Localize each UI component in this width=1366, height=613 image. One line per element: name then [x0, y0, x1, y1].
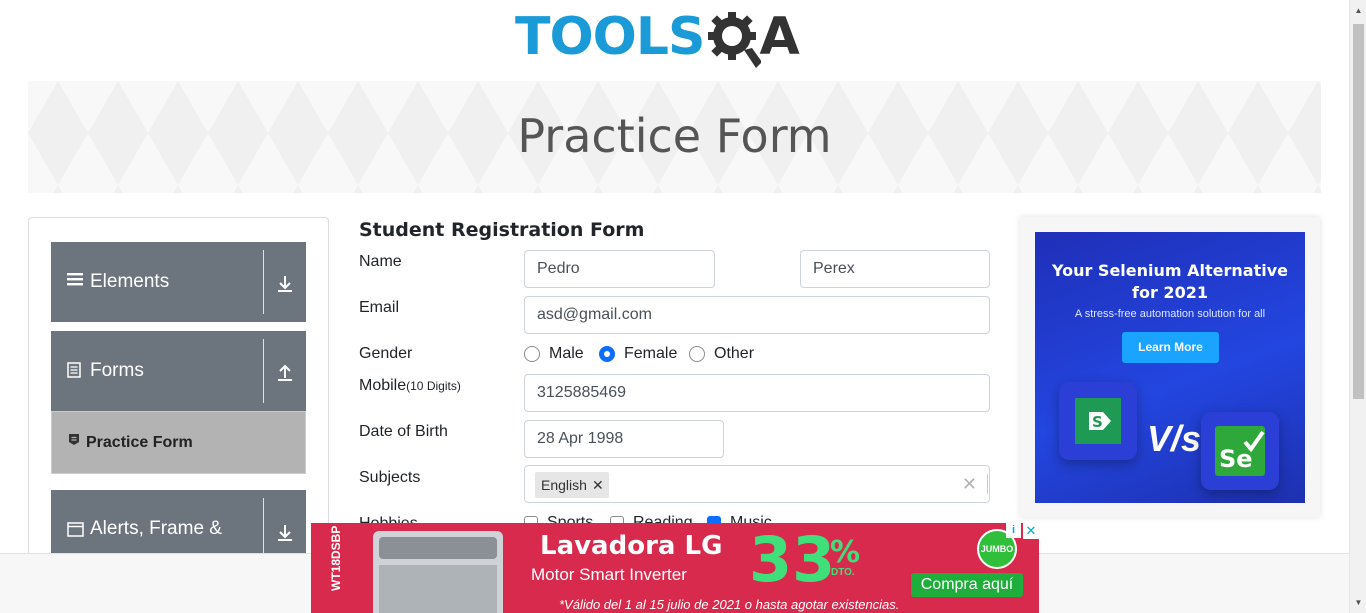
mobile-input[interactable]: 3125885469: [524, 374, 990, 412]
upload-icon[interactable]: [275, 363, 297, 385]
download-icon[interactable]: [275, 523, 297, 545]
svg-text:S: S: [1092, 413, 1103, 431]
ad-model-code: WT18DSBP: [329, 525, 343, 591]
ad-title: Lavadora LG: [540, 531, 723, 561]
lavadora-lg-ad[interactable]: WT18DSBP Lavadora LG Motor Smart Inverte…: [311, 523, 1039, 613]
vertical-scrollbar[interactable]: ▲ ▼: [1349, 0, 1366, 613]
versus-text: V/s: [1147, 418, 1202, 459]
ad-headline-line1: Your Selenium Alternative: [1051, 261, 1289, 280]
katalon-logo-icon: S: [1059, 382, 1137, 460]
ad-dto-label: DTO.: [831, 567, 855, 578]
washing-machine-image: [373, 531, 503, 613]
remove-chip-icon[interactable]: ✕: [587, 477, 609, 494]
sidebar-group-forms[interactable]: Forms: [51, 331, 306, 411]
gender-label: Gender: [359, 345, 413, 362]
sidebar-group-label: Elements: [90, 271, 170, 292]
ad-percent-sign: %: [830, 535, 861, 570]
mobile-hint: (10 Digits): [406, 379, 461, 393]
first-name-input[interactable]: Pedro: [524, 250, 715, 288]
ad-close-icon[interactable]: ✕: [1023, 523, 1039, 539]
email-label: Email: [359, 299, 400, 316]
subjects-input[interactable]: English ✕ ✕: [524, 465, 990, 503]
radio-label: Male: [549, 345, 584, 362]
adchoices-info-icon[interactable]: i: [1006, 523, 1021, 538]
scroll-up-arrow-icon[interactable]: ▲: [1353, 4, 1364, 18]
separator: [987, 474, 988, 494]
ad-headline-line2: for 2021: [1132, 283, 1208, 302]
subjects-label: Subjects: [359, 469, 421, 486]
gender-radio-male[interactable]: Male: [524, 345, 584, 363]
selenium-alternative-ad[interactable]: Your Selenium Alternative for 2021 A str…: [1035, 232, 1305, 503]
learn-more-button[interactable]: Learn More: [1122, 332, 1219, 363]
radio-circle[interactable]: [689, 346, 705, 362]
right-ad-container: Your Selenium Alternative for 2021 A str…: [1020, 217, 1320, 517]
document-icon: [67, 362, 81, 383]
washer-lid: [379, 565, 497, 613]
mobile-label: Mobile(10 Digits): [359, 377, 461, 395]
svg-text:Se: Se: [1219, 445, 1253, 473]
ad-headline: Your Selenium Alternative for 2021: [1035, 260, 1305, 304]
radio-circle-selected[interactable]: [599, 346, 615, 362]
gender-radio-female[interactable]: Female: [599, 345, 677, 363]
washer-panel: [379, 537, 497, 559]
ad-tagline: A stress-free automation solution for al…: [1074, 308, 1266, 320]
email-input[interactable]: asd@gmail.com: [524, 296, 990, 334]
sidebar-group-elements[interactable]: Elements: [51, 242, 306, 322]
window-icon: [67, 522, 84, 542]
scroll-down-arrow-icon[interactable]: ▼: [1353, 596, 1364, 610]
divider: [263, 339, 264, 403]
toolsqa-logo[interactable]: TOOLS A: [515, 2, 840, 72]
hamburger-icon: [67, 271, 83, 292]
form-icon: [68, 433, 80, 449]
radio-label: Female: [624, 345, 678, 362]
sidebar-item-label: Practice Form: [86, 434, 193, 451]
gender-radio-other[interactable]: Other: [689, 345, 754, 363]
logo-a-text: A: [759, 7, 800, 67]
selenium-logo-icon: Se: [1201, 412, 1279, 490]
sidebar-item-practice-form[interactable]: Practice Form: [51, 411, 306, 474]
name-label: Name: [359, 253, 402, 270]
subject-chip-label: English: [541, 477, 587, 493]
mobile-label-text: Mobile: [359, 377, 407, 394]
ad-fine-print: *Válido del 1 al 15 julio de 2021 o hast…: [559, 597, 900, 612]
date-of-birth-input[interactable]: 28 Apr 1998: [524, 420, 724, 458]
page-title: Practice Form: [517, 109, 832, 163]
logo-tools-text: TOOLS: [515, 7, 705, 67]
ad-subtitle: Motor Smart Inverter: [531, 565, 687, 584]
scrollbar-thumb[interactable]: [1353, 24, 1364, 399]
dob-label: Date of Birth: [359, 423, 448, 440]
sidebar-group-label: Alerts, Frame &: [90, 518, 222, 539]
download-icon[interactable]: [275, 274, 297, 296]
compra-aqui-button[interactable]: Compra aquí: [911, 573, 1023, 597]
subject-chip: English ✕: [535, 472, 609, 498]
sidebar-group-label: Forms: [90, 360, 144, 381]
ad-discount-number: 33: [749, 523, 836, 596]
page-banner: Practice Form: [28, 81, 1321, 193]
clear-icon[interactable]: ✕: [962, 474, 977, 495]
divider: [263, 250, 264, 314]
ad-side-strip: WT18DSBP: [311, 523, 367, 613]
radio-circle[interactable]: [524, 346, 540, 362]
gear-magnifier-icon: [706, 10, 763, 68]
radio-label: Other: [714, 345, 755, 362]
form-title: Student Registration Form: [359, 219, 645, 241]
last-name-input[interactable]: Perex: [800, 250, 990, 288]
